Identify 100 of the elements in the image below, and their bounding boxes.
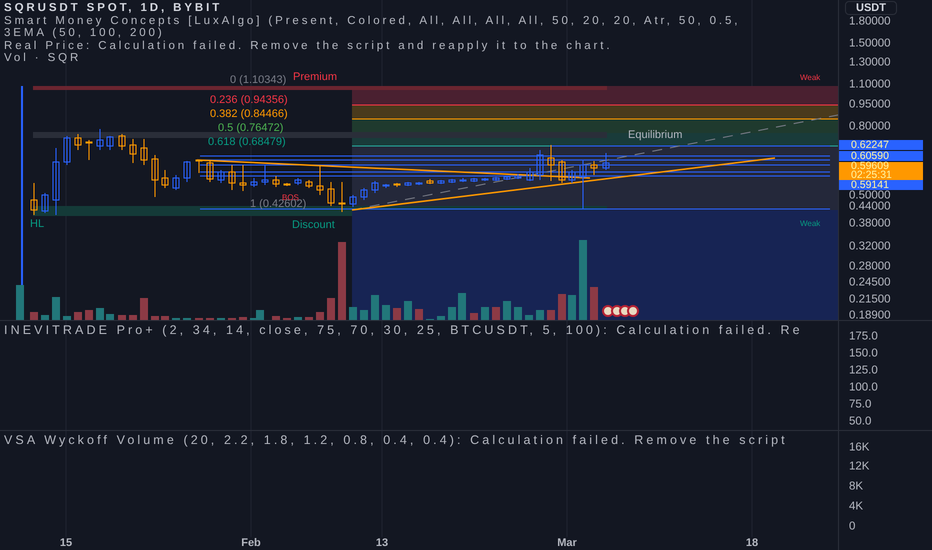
candle [558,160,566,184]
axis-label: 12K [849,460,870,474]
candle [130,138,136,164]
volume-bar [161,316,169,320]
price-axis-label: 0.50000 [849,190,891,202]
candle [492,176,500,182]
price-tag: 0.59141 [839,180,923,190]
volume-bar [503,301,511,320]
volume-bar [470,313,478,320]
volume-bar [525,315,533,320]
indicator-legend[interactable]: INEVITRADE Pro+ (2, 34, 14, close, 75, 70, 30, 25, BTCUSDT, 5, 100): Calculation failed. Re [4,323,803,338]
candle [228,164,236,190]
candle [250,178,258,188]
candle [382,184,390,188]
axis-label: 175.0 [849,330,878,344]
volume-bar [371,295,379,320]
candle [580,160,586,210]
indicator-legend[interactable]: Real Price: Calculation failed. Remove the script and reapply it to the chart. [4,40,612,52]
candle [602,152,610,170]
price-tag: 0.60590 [839,151,923,161]
price-axis-label: 1.30000 [849,56,891,70]
price-axis-label: 1.10000 [849,78,891,92]
volume-bar [41,315,49,320]
volume-bar [360,310,368,320]
candle [426,178,434,184]
candle [448,178,456,184]
candle [206,160,214,182]
candle [272,176,280,188]
volume-bar [327,298,335,320]
volume-bar [140,298,148,320]
candle [404,182,412,186]
axis-label: 75.0 [849,398,872,412]
volume-bar [52,297,60,320]
indicator-legend[interactable]: VSA Wyckoff Volume (20, 2.2, 1.8, 1.2, 0.8, 0.4, 0.4): Calculation failed. Remove the script [4,433,788,448]
candle [240,164,246,192]
volume-bar [382,305,390,320]
axis-label: 150.0 [849,348,878,360]
indicator-legend[interactable]: Vol · SQR [4,52,82,64]
price-axis-label: 0.38000 [849,218,891,230]
candle [338,182,346,212]
candle [548,144,554,182]
price-axis-label: 0.95000 [849,98,891,112]
candle [262,164,268,186]
candle [218,170,224,184]
currency-selector[interactable]: USDT [845,1,897,15]
price-axis-label: 0.80000 [849,120,891,134]
candle [96,128,104,150]
volume-bar [294,317,302,320]
price-axis-label: 0.32000 [849,240,891,254]
candle [196,160,202,174]
volume-bar [514,307,522,320]
price-axis-label: 1.50000 [849,38,891,50]
event-icon[interactable] [602,305,639,317]
candle [470,178,478,182]
candle [294,178,302,186]
indicator-legend[interactable]: Smart Money Concepts [LuxAlgo] (Present, Colored, All, All, All, All, 50, 20, 20, Atr, 50, 0.5, [4,14,740,27]
candle [30,182,38,216]
candle [86,140,92,160]
zone-label: Weak [800,72,820,84]
volume-bar [481,307,489,320]
volume-bar [558,294,566,320]
fib-level-label: 0.5 (0.76472) [218,122,284,134]
time-axis-label: 15 [60,537,72,550]
candle [52,148,60,216]
volume-bar [96,308,104,320]
candle [184,160,190,182]
price-tag: 0.62247 [839,140,923,150]
volume-bar [129,315,137,320]
volume-bar [16,285,24,320]
volume-bar [349,307,357,320]
volume-bar [63,316,71,320]
price-axis-label: 0.44000 [849,200,891,214]
zone-label: HL [30,218,44,230]
candle [568,170,576,184]
volume-bar [74,312,82,320]
candle [152,154,158,198]
fib-level-label: 0 (1.10343) [230,74,286,86]
axis-label: 16K [849,442,870,454]
candle [360,188,368,200]
volume-bar [437,316,445,320]
candle [394,182,400,188]
candle [328,182,334,206]
candle [140,138,148,166]
candle [118,134,126,150]
axis-label: 100.0 [849,382,878,394]
candle [172,174,180,190]
volume-bar [106,314,114,320]
axis-label: 0 [849,520,856,534]
price-axis-label: 0.28000 [849,260,891,274]
symbol-title: SQRUSDT SPOT, 1D, BYBIT [4,2,222,14]
candle [504,176,510,180]
candle [162,170,168,188]
volume-bar [30,312,38,320]
fib-level-label: 0.382 (0.84466) [210,108,288,120]
candle [536,150,544,180]
zone-label: Discount [292,219,335,231]
axis-label: 8K [849,480,864,494]
indicator-legend[interactable]: 3EMA (50, 100, 200) [4,27,165,40]
volume-bar [448,307,456,320]
candle [64,136,70,166]
